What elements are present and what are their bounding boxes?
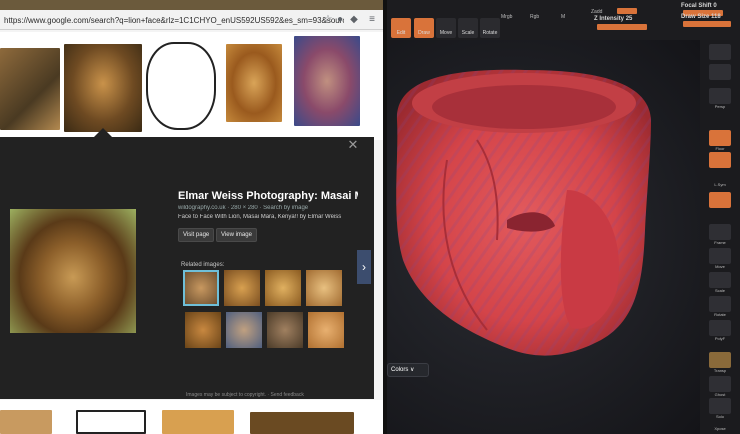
solo-label: Solo <box>715 414 724 419</box>
move-button[interactable] <box>709 248 731 264</box>
floor-button[interactable] <box>709 130 731 146</box>
next-image-arrow[interactable]: › <box>357 250 371 284</box>
result-thumbnail[interactable] <box>76 410 146 434</box>
edit-tool-button[interactable]: Edit <box>391 18 411 38</box>
result-thumbnail-selected[interactable] <box>64 44 142 132</box>
lsym-label: L.Sym <box>714 182 726 187</box>
zadd-toggle[interactable]: Zadd <box>591 9 602 15</box>
move-tool-button[interactable]: Move <box>436 18 456 38</box>
xyz-button[interactable] <box>709 192 731 208</box>
related-image[interactable] <box>183 270 219 306</box>
solo-button[interactable] <box>709 398 731 414</box>
top-image-strip <box>0 0 384 10</box>
address-bar[interactable]: https://www.google.com/search?q=lion+fac… <box>0 10 384 30</box>
preview-source[interactable]: wildography.co.uk · 280 × 280 · Search b… <box>178 205 368 211</box>
persp-label: Persp <box>714 104 726 109</box>
view-image-button[interactable]: View image <box>216 228 257 242</box>
result-thumbnail[interactable] <box>250 412 354 434</box>
result-thumbnail[interactable] <box>162 410 234 434</box>
mrgb-toggle[interactable]: Mrgb <box>501 14 512 20</box>
canvas-viewport[interactable]: Colors ∨ <box>387 40 700 434</box>
rgb-toggle[interactable]: Rgb <box>530 14 539 20</box>
frame-label: Frame <box>714 240 726 245</box>
related-image[interactable] <box>267 312 303 348</box>
url-text[interactable]: https://www.google.com/search?q=lion+fac… <box>4 14 344 27</box>
related-image[interactable] <box>306 270 342 306</box>
shield-icon[interactable]: ◆ <box>348 14 360 26</box>
scale-button[interactable] <box>709 272 731 288</box>
z-intensity-slider[interactable] <box>597 24 647 30</box>
ghost-button[interactable] <box>709 376 731 392</box>
image-preview-panel: ✕ Elmar Weiss Photography: Masai Ma... w… <box>0 137 374 399</box>
image-results-row <box>0 32 384 140</box>
focal-shift-label: Focal Shift 0 <box>681 3 717 9</box>
selection-pointer <box>94 128 112 137</box>
menu-icon[interactable]: ≡ <box>366 14 378 26</box>
persp-button[interactable] <box>709 88 731 104</box>
related-image[interactable] <box>308 312 344 348</box>
draw-size-slider[interactable] <box>683 21 731 27</box>
transp-label: Transp <box>713 368 727 373</box>
related-image[interactable] <box>224 270 260 306</box>
screen: https://www.google.com/search?q=lion+fac… <box>0 0 740 434</box>
zsub-toggle[interactable] <box>617 8 637 14</box>
image-results-row-lower <box>0 400 384 434</box>
polyf-label: PolyF <box>714 336 726 341</box>
transp-button[interactable] <box>709 352 731 368</box>
star-icon[interactable]: ☆ <box>322 14 334 26</box>
sculpt-model[interactable] <box>387 40 700 434</box>
floor-label: Floor <box>715 146 725 151</box>
result-thumbnail[interactable] <box>146 42 216 130</box>
lsym-button[interactable] <box>709 152 731 168</box>
m-toggle[interactable]: M <box>561 14 565 20</box>
result-thumbnail[interactable] <box>0 410 52 434</box>
shelf-button[interactable] <box>709 64 731 80</box>
scale-label: Scale <box>714 288 725 293</box>
top-toolbar: Edit Draw Move Scale Rotate Mrgb Rgb M Z… <box>387 0 740 40</box>
preview-image[interactable] <box>10 209 136 333</box>
z-intensity-label: Z Intensity 25 <box>594 16 633 22</box>
microphone-icon[interactable]: ● <box>334 14 346 26</box>
draw-tool-button[interactable]: Draw <box>414 18 434 38</box>
zbrush-window: Edit Draw Move Scale Rotate Mrgb Rgb M Z… <box>387 0 740 434</box>
result-thumbnail[interactable] <box>294 36 360 126</box>
move-label: Move <box>715 264 725 269</box>
right-shelf: Persp Floor L.Sym Frame Move Scale Rotat… <box>700 40 740 434</box>
browser-window: https://www.google.com/search?q=lion+fac… <box>0 0 384 434</box>
cup-opening <box>432 85 616 129</box>
frame-button[interactable] <box>709 224 731 240</box>
visit-page-button[interactable]: Visit page <box>178 228 215 242</box>
related-images-label: Related images: <box>181 262 225 268</box>
rotate-button[interactable] <box>709 296 731 312</box>
rotate-label: Rotate <box>714 312 726 317</box>
rotate-tool-button[interactable]: Rotate <box>480 18 500 38</box>
xpose-label: Xpose <box>714 426 726 431</box>
related-image[interactable] <box>185 312 221 348</box>
preview-title[interactable]: Elmar Weiss Photography: Masai Ma... <box>178 190 358 202</box>
ghost-label: Ghost <box>714 392 726 397</box>
result-thumbnail[interactable] <box>226 44 282 122</box>
draw-size-label: Draw Size 118 <box>681 14 721 20</box>
copyright-footer[interactable]: Images may be subject to copyright. · Se… <box>186 392 304 398</box>
close-icon[interactable]: ✕ <box>346 138 360 152</box>
result-thumbnail[interactable] <box>0 48 60 130</box>
polyf-button[interactable] <box>709 320 731 336</box>
related-image[interactable] <box>265 270 301 306</box>
shelf-button[interactable] <box>709 44 731 60</box>
scale-tool-button[interactable]: Scale <box>458 18 478 38</box>
preview-description: Face to Face With Lion, Masai Mara, Keny… <box>178 214 342 220</box>
related-image[interactable] <box>226 312 262 348</box>
colors-palette-tab[interactable]: Colors ∨ <box>387 363 429 377</box>
